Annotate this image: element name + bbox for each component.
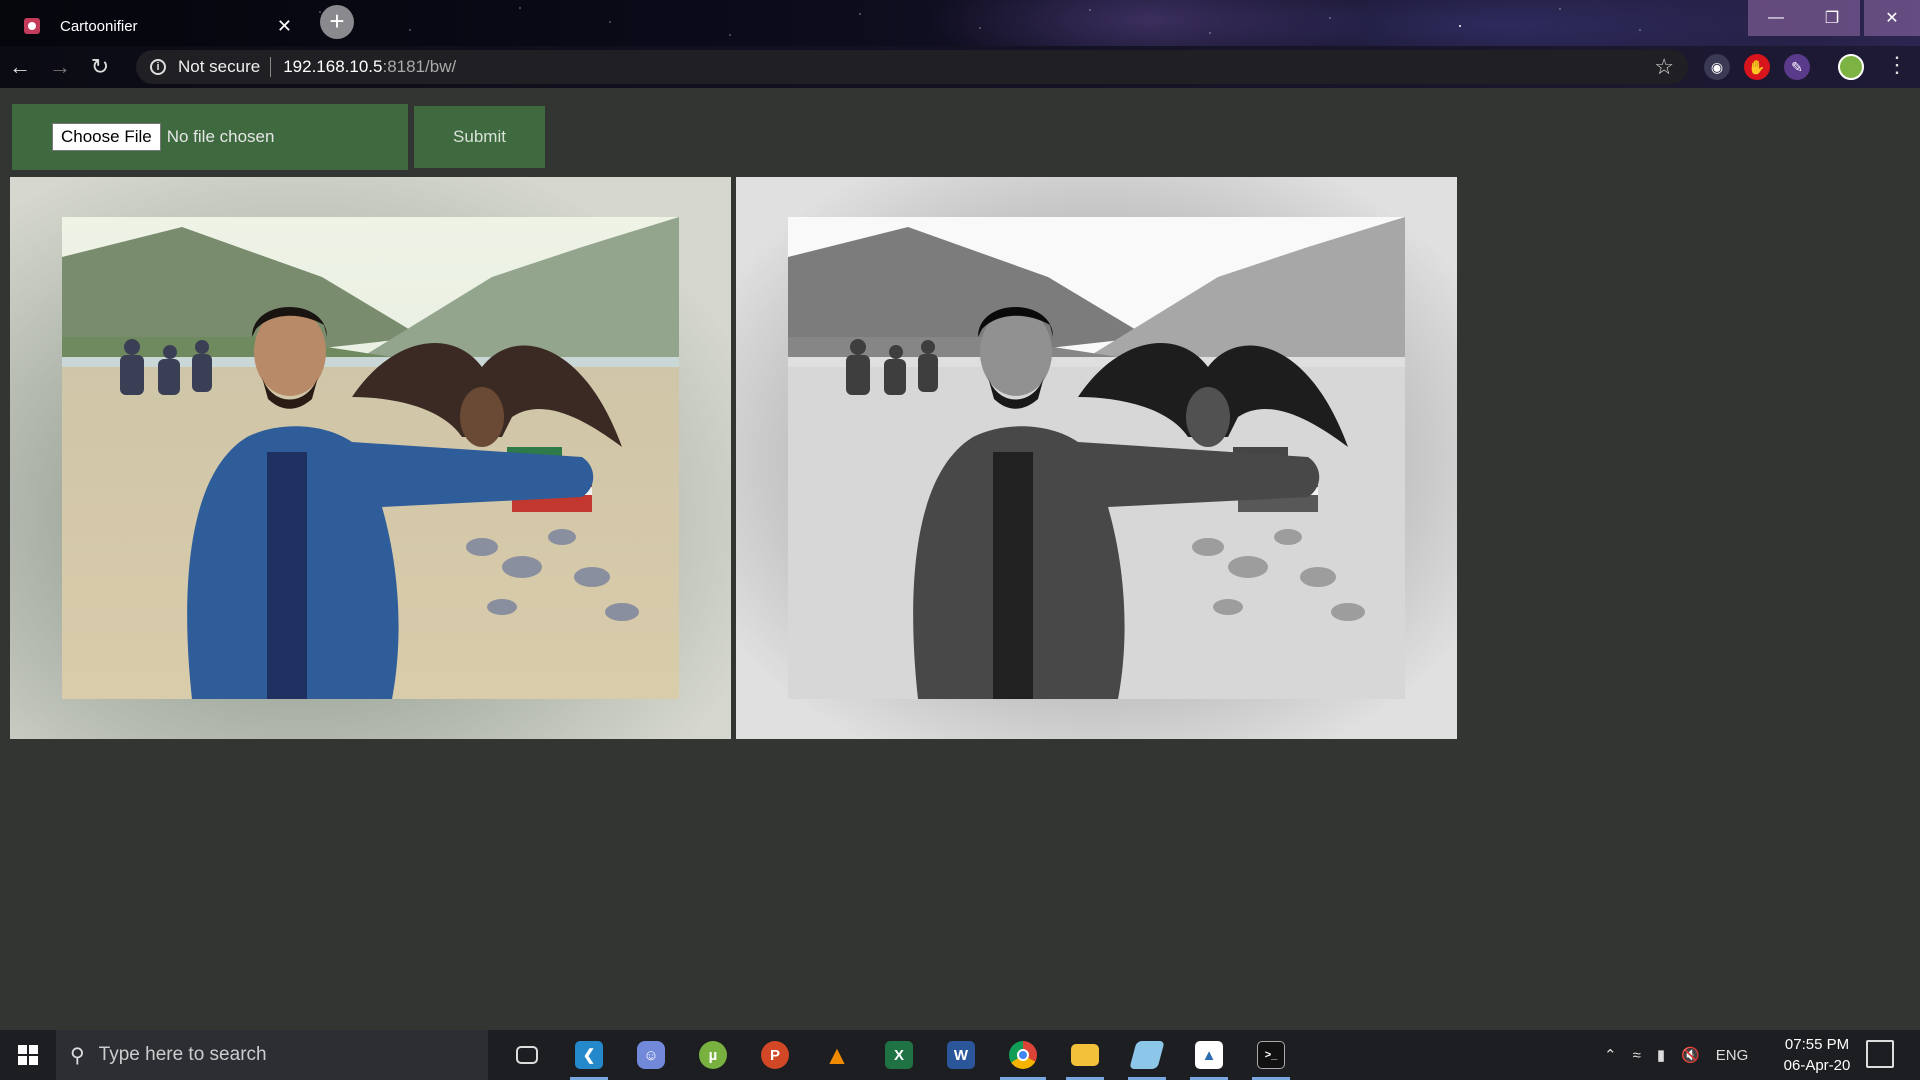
- processed-image-panel: [736, 177, 1457, 739]
- excel-icon[interactable]: X: [868, 1030, 930, 1080]
- word-icon[interactable]: W: [930, 1030, 992, 1080]
- network-icon[interactable]: ≈: [1633, 1047, 1641, 1064]
- taskbar-clock[interactable]: 07:55 PM 06-Apr-20: [1770, 1034, 1864, 1076]
- profile-avatar[interactable]: [1838, 54, 1864, 80]
- vlc-icon[interactable]: ▲: [806, 1030, 868, 1080]
- submit-button[interactable]: Submit: [414, 106, 545, 168]
- system-tray: ⌃ ≈ ▮ 🔇 ENG: [1604, 1030, 1764, 1080]
- utorrent-icon[interactable]: µ: [682, 1030, 744, 1080]
- terminal-icon[interactable]: >_: [1240, 1030, 1302, 1080]
- powerpoint-icon[interactable]: P: [744, 1030, 806, 1080]
- photos-icon[interactable]: ▲: [1178, 1030, 1240, 1080]
- file-explorer-icon[interactable]: [1054, 1030, 1116, 1080]
- upload-form: Choose File No file chosen Submit: [12, 104, 545, 170]
- security-status: Not secure: [178, 57, 261, 76]
- black-white-photo: [788, 217, 1405, 699]
- action-center-icon[interactable]: [1866, 1040, 1894, 1068]
- task-view-icon[interactable]: [496, 1030, 558, 1080]
- search-placeholder: Type here to search: [98, 1044, 267, 1065]
- browser-toolbar: ← → ↻ i Not secure 192.168.10.5:8181/bw/…: [0, 46, 1920, 88]
- notes-app-icon[interactable]: [1116, 1030, 1178, 1080]
- search-icon: ⚲: [70, 1044, 85, 1067]
- window-maximize-button[interactable]: ❐: [1804, 0, 1860, 36]
- volume-muted-icon[interactable]: 🔇: [1681, 1046, 1700, 1064]
- chevron-up-icon[interactable]: ⌃: [1604, 1046, 1617, 1064]
- bookmark-star-icon[interactable]: ☆: [1654, 54, 1674, 80]
- tab-favicon-icon: [24, 18, 40, 34]
- file-input-container: Choose File No file chosen: [12, 104, 408, 170]
- site-info-icon[interactable]: i: [150, 59, 166, 75]
- page-content: Choose File No file chosen Submit: [0, 88, 1920, 1030]
- window-close-button[interactable]: ✕: [1864, 0, 1920, 36]
- forward-arrow-icon[interactable]: →: [40, 49, 80, 85]
- address-separator: [270, 57, 272, 77]
- address-bar[interactable]: i Not secure 192.168.10.5:8181/bw/ ☆: [136, 50, 1688, 84]
- windows-logo-icon: [18, 1045, 38, 1065]
- clock-time: 07:55 PM: [1784, 1036, 1850, 1053]
- choose-file-button[interactable]: Choose File: [52, 123, 161, 151]
- tab-title: Cartoonifier: [60, 17, 138, 35]
- battery-icon[interactable]: ▮: [1657, 1046, 1665, 1064]
- original-photo: [62, 217, 679, 699]
- url-path: :8181/bw/: [382, 57, 457, 76]
- black-white-photo-illustration: [788, 217, 1405, 699]
- original-image-panel: [10, 177, 731, 739]
- browser-titlebar: Cartoonifier ✕ + — ❐ ✕: [0, 0, 1920, 46]
- back-arrow-icon[interactable]: ←: [0, 49, 40, 85]
- language-indicator[interactable]: ENG: [1716, 1047, 1749, 1064]
- clock-date: 06-Apr-20: [1783, 1057, 1851, 1074]
- reload-icon[interactable]: ↻: [80, 49, 120, 85]
- url-host: 192.168.10.5: [283, 57, 383, 76]
- extension-pen-icon[interactable]: ✎: [1784, 54, 1810, 80]
- extension-icon-2[interactable]: ✋: [1744, 54, 1770, 80]
- taskbar-apps: ❮ ☺ µ P ▲ X W ▲ >_: [496, 1030, 1302, 1080]
- chrome-icon[interactable]: [992, 1030, 1054, 1080]
- browser-menu-icon[interactable]: ⋮: [1886, 52, 1908, 78]
- new-tab-button[interactable]: +: [320, 5, 354, 39]
- browser-tab[interactable]: Cartoonifier ✕: [12, 6, 304, 46]
- discord-icon[interactable]: ☺: [620, 1030, 682, 1080]
- file-status-text: No file chosen: [166, 127, 275, 146]
- original-photo-illustration: [62, 217, 679, 699]
- window-minimize-button[interactable]: —: [1748, 0, 1804, 36]
- tab-close-icon[interactable]: ✕: [277, 16, 292, 37]
- start-button[interactable]: [0, 1030, 56, 1080]
- taskbar-search-input[interactable]: ⚲ Type here to search: [56, 1030, 488, 1080]
- vscode-icon[interactable]: ❮: [558, 1030, 620, 1080]
- extension-icon-1[interactable]: ◉: [1704, 54, 1730, 80]
